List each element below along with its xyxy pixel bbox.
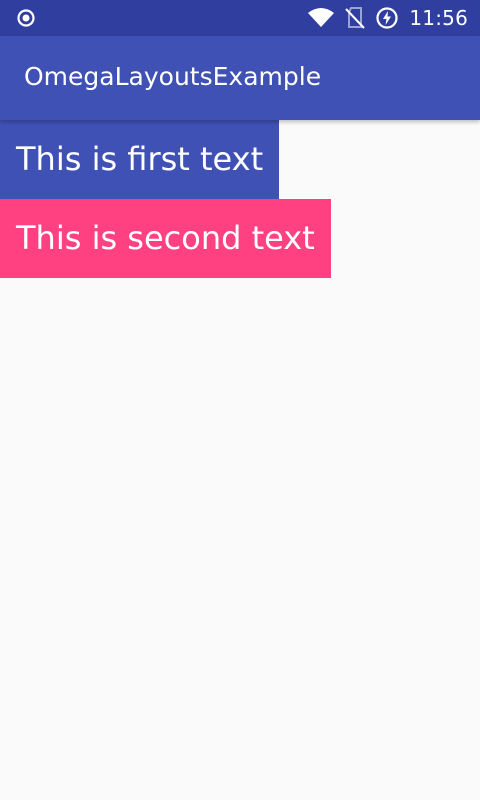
app-bar: OmegaLayoutsExample (0, 36, 480, 120)
first-text-view: This is first text (0, 120, 280, 199)
content-area: This is first text This is second text (0, 120, 480, 800)
status-bar: 11:56 (0, 0, 480, 36)
no-sim-icon (345, 6, 366, 30)
app-title: OmegaLayoutsExample (24, 62, 322, 91)
app-screen: 11:56 OmegaLayoutsExample This is first … (0, 0, 480, 800)
status-time: 11:56 (409, 6, 468, 30)
second-text-view: This is second text (0, 199, 331, 278)
wifi-icon (307, 7, 335, 29)
record-icon (16, 8, 36, 28)
battery-charging-icon (375, 6, 399, 30)
status-icons: 11:56 (307, 0, 468, 36)
